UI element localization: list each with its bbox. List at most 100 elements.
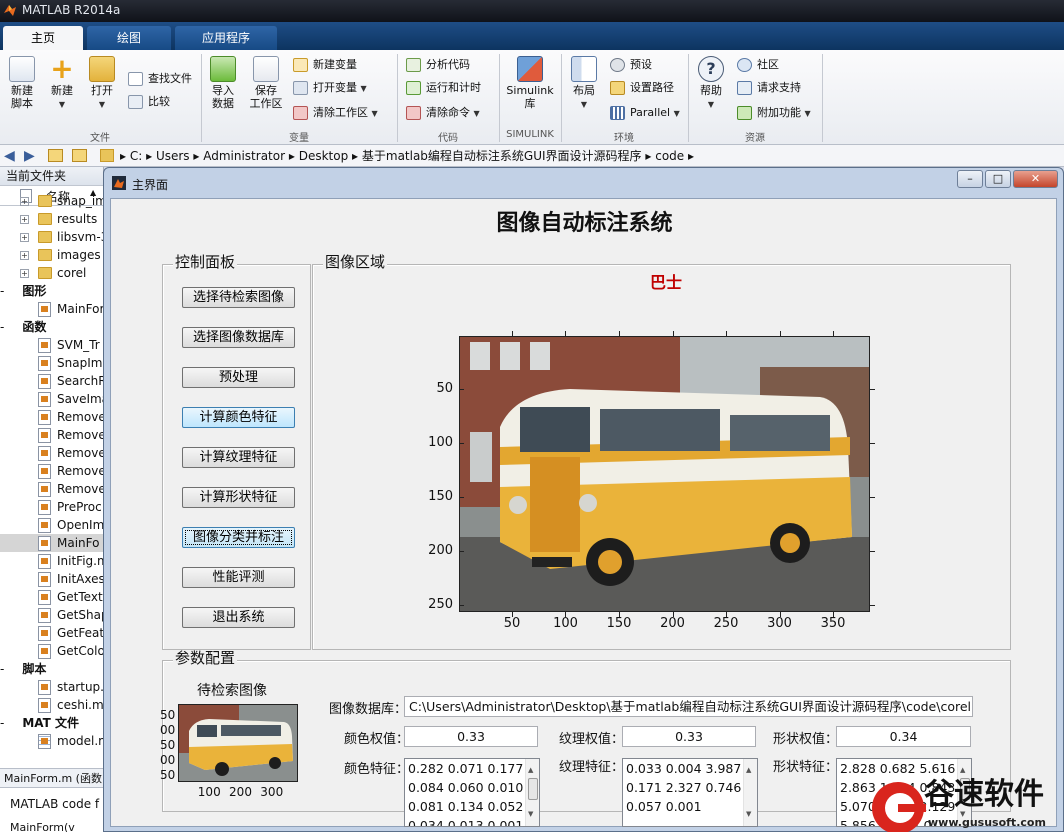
tree-item[interactable]: OpenIm bbox=[0, 516, 104, 534]
find-files-button[interactable]: 查找文件 bbox=[128, 70, 192, 88]
tree-item[interactable]: SnapIm bbox=[0, 354, 104, 372]
color-weight-field[interactable]: 0.33 bbox=[404, 726, 538, 747]
clear-commands-button[interactable]: 清除命令 ▼ bbox=[406, 104, 480, 122]
help-button[interactable]: ? 帮助 ▼ bbox=[693, 56, 729, 111]
scrollbar[interactable]: ▲ ▼ bbox=[525, 759, 539, 826]
open-button[interactable]: 打开 ▼ bbox=[84, 56, 120, 111]
compare-button[interactable]: 比较 bbox=[128, 93, 170, 111]
request-support-button[interactable]: 请求支持 bbox=[737, 79, 801, 97]
maximize-button[interactable]: □ bbox=[985, 170, 1011, 188]
breadcrumb-item[interactable]: Desktop bbox=[299, 149, 349, 163]
tree-item[interactable]: InitFig.m bbox=[0, 552, 104, 570]
tree-item[interactable]: MainFo bbox=[0, 534, 104, 552]
exit-system-button[interactable]: 退出系统 bbox=[182, 607, 295, 628]
minimize-button[interactable]: – bbox=[957, 170, 983, 188]
breadcrumb-item[interactable]: code bbox=[655, 149, 684, 163]
tree-item[interactable]: GetFeat bbox=[0, 624, 104, 642]
tree-item[interactable]: + results bbox=[0, 210, 104, 228]
preferences-button[interactable]: 预设 bbox=[610, 56, 652, 74]
tree-item[interactable]: + libsvm-3 bbox=[0, 228, 104, 246]
tree-item[interactable]: Remove bbox=[0, 426, 104, 444]
tree-item[interactable]: PreProc bbox=[0, 498, 104, 516]
tree-item[interactable]: MainFor bbox=[0, 300, 104, 318]
database-path-field[interactable]: C:\Users\Administrator\Desktop\基于matlab编… bbox=[404, 696, 973, 717]
tree-section[interactable]: - MAT 文件 bbox=[0, 714, 104, 732]
set-path-button[interactable]: 设置路径 bbox=[610, 79, 674, 97]
breadcrumb-item[interactable]: 基于matlab编程自动标注系统GUI界面设计源码程序 bbox=[362, 149, 642, 163]
tree-item[interactable]: + images bbox=[0, 246, 104, 264]
parallel-button[interactable]: Parallel ▼ bbox=[610, 104, 680, 122]
close-button[interactable]: ✕ bbox=[1013, 170, 1058, 188]
tree-item[interactable]: GetShap bbox=[0, 606, 104, 624]
tree-section[interactable]: - 脚本 bbox=[0, 660, 104, 678]
select-query-image-button[interactable]: 选择待检索图像 bbox=[182, 287, 295, 308]
tree-section[interactable]: - 函数 bbox=[0, 318, 104, 336]
layout-button[interactable]: 布局 ▼ bbox=[566, 56, 602, 111]
breadcrumb-item[interactable]: C: bbox=[130, 149, 142, 163]
scroll-down-icon[interactable]: ▼ bbox=[746, 805, 751, 824]
scroll-up-icon[interactable]: ▲ bbox=[746, 761, 751, 780]
shape-weight-field[interactable]: 0.34 bbox=[836, 726, 971, 747]
forward-icon[interactable]: ▶ bbox=[24, 145, 35, 167]
up-folder-icon[interactable] bbox=[48, 149, 63, 162]
tree-item[interactable]: startup. bbox=[0, 678, 104, 696]
expand-icon[interactable]: + bbox=[20, 197, 29, 206]
import-data-button[interactable]: 导入 数据 bbox=[205, 56, 241, 110]
color-feature-list[interactable]: 0.282 0.071 0.177 0.084 0.060 0.010 0.08… bbox=[404, 758, 540, 827]
tab-plots[interactable]: 绘图 bbox=[87, 26, 171, 50]
compute-texture-feature-button[interactable]: 计算纹理特征 bbox=[182, 447, 295, 468]
preprocess-button[interactable]: 预处理 bbox=[182, 367, 295, 388]
tree-item[interactable]: + snap_im bbox=[0, 192, 104, 210]
tree-item[interactable]: SearchR bbox=[0, 372, 104, 390]
gui-titlebar[interactable]: 主界面 – □ ✕ bbox=[104, 168, 1063, 198]
tree-item[interactable]: GetColo bbox=[0, 642, 104, 660]
scroll-down-icon[interactable]: ▼ bbox=[528, 805, 533, 824]
tab-home[interactable]: 主页 bbox=[3, 26, 83, 50]
community-button[interactable]: 社区 bbox=[737, 56, 779, 74]
performance-evaluation-button[interactable]: 性能评测 bbox=[182, 567, 295, 588]
scrollbar[interactable]: ▲ ▼ bbox=[743, 759, 757, 826]
tree-item[interactable]: InitAxes bbox=[0, 570, 104, 588]
breadcrumb-sep: ▸ bbox=[193, 149, 204, 163]
texture-feature-list[interactable]: 0.033 0.004 3.987 0.171 2.327 0.746 0.05… bbox=[622, 758, 758, 827]
save-workspace-button[interactable]: 保存 工作区 bbox=[246, 56, 286, 110]
clear-workspace-button[interactable]: 清除工作区 ▼ bbox=[293, 104, 378, 122]
compute-shape-feature-button[interactable]: 计算形状特征 bbox=[182, 487, 295, 508]
tree-item[interactable]: Remove bbox=[0, 480, 104, 498]
scroll-thumb[interactable] bbox=[528, 778, 538, 800]
folder-icon bbox=[38, 249, 52, 261]
tree-item[interactable]: Remove bbox=[0, 408, 104, 426]
tree-item[interactable]: + corel bbox=[0, 264, 104, 282]
tab-apps[interactable]: 应用程序 bbox=[175, 26, 277, 50]
new-variable-button[interactable]: 新建变量 bbox=[293, 56, 357, 74]
browse-folder-icon[interactable] bbox=[72, 149, 87, 162]
texture-weight-field[interactable]: 0.33 bbox=[622, 726, 756, 747]
expand-icon[interactable]: + bbox=[20, 251, 29, 260]
select-database-button[interactable]: 选择图像数据库 bbox=[182, 327, 295, 348]
expand-icon[interactable]: + bbox=[20, 233, 29, 242]
tree-item[interactable]: Remove bbox=[0, 444, 104, 462]
tree-item[interactable]: GetText bbox=[0, 588, 104, 606]
tree-item[interactable]: ceshi.m bbox=[0, 696, 104, 714]
expand-icon[interactable]: + bbox=[20, 269, 29, 278]
new-script-button[interactable]: 新建 脚本 bbox=[4, 56, 40, 110]
run-and-time-button[interactable]: 运行和计时 bbox=[406, 79, 481, 97]
simulink-library-button[interactable]: Simulink 库 bbox=[505, 56, 555, 110]
tree-item[interactable]: SaveIma bbox=[0, 390, 104, 408]
new-button[interactable]: + 新建 ▼ bbox=[44, 55, 80, 111]
open-variable-button[interactable]: 打开变量 ▼ bbox=[293, 79, 367, 97]
tree-item[interactable]: model.m bbox=[0, 732, 104, 750]
addons-button[interactable]: 附加功能 ▼ bbox=[737, 104, 811, 122]
tree-section[interactable]: - 图形 bbox=[0, 282, 104, 300]
image-axes[interactable] bbox=[459, 336, 870, 612]
breadcrumb-item[interactable]: Users bbox=[156, 149, 190, 163]
classify-and-annotate-button[interactable]: 图像分类并标注 bbox=[182, 527, 295, 548]
query-thumbnail-axes[interactable] bbox=[178, 704, 298, 782]
tree-item[interactable]: SVM_Tr bbox=[0, 336, 104, 354]
tree-item[interactable]: Remove bbox=[0, 462, 104, 480]
breadcrumb-item[interactable]: Administrator bbox=[203, 149, 285, 163]
back-icon[interactable]: ◀ bbox=[4, 145, 15, 167]
analyze-code-button[interactable]: 分析代码 bbox=[406, 56, 470, 74]
compute-color-feature-button[interactable]: 计算颜色特征 bbox=[182, 407, 295, 428]
expand-icon[interactable]: + bbox=[20, 215, 29, 224]
